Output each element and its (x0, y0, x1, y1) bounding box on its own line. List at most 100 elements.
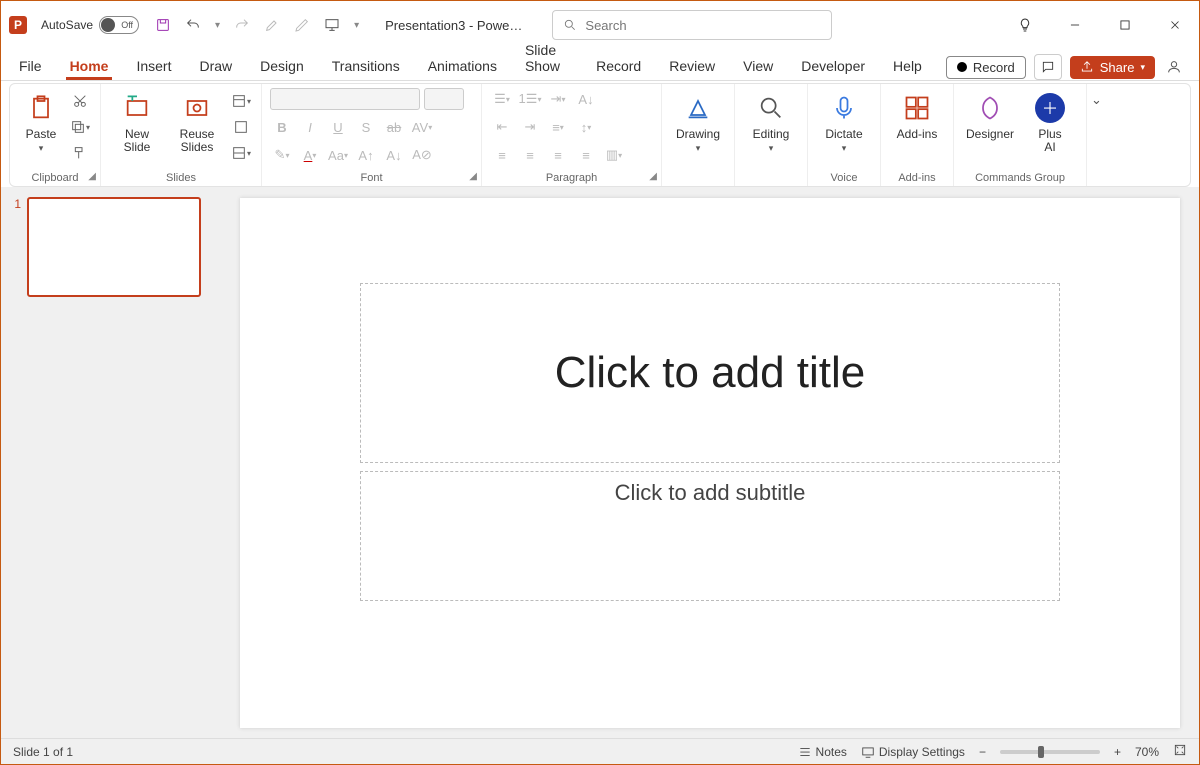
ink-icon[interactable] (262, 15, 282, 35)
designer-button[interactable]: Designer (962, 88, 1018, 141)
tab-view[interactable]: View (739, 54, 777, 80)
title-placeholder[interactable]: Click to add title (360, 283, 1060, 463)
editing-label: Editing (753, 128, 790, 141)
display-settings-button[interactable]: Display Settings (861, 745, 965, 759)
reuse-slides-button[interactable]: Reuse Slides (169, 88, 225, 154)
clipboard-dialog-launcher[interactable]: ◢ (88, 171, 96, 182)
highlight-button[interactable]: ✎▾ (270, 144, 294, 166)
plusai-button[interactable]: PlusAI (1022, 88, 1078, 154)
notes-button[interactable]: Notes (798, 745, 847, 759)
section-icon[interactable]: ▾ (229, 142, 253, 164)
present-icon[interactable] (322, 15, 342, 35)
addins-button[interactable]: Add-ins (889, 88, 945, 141)
ribbon-tabs: File Home Insert Draw Design Transitions… (1, 49, 1199, 81)
autosave-toggle[interactable]: Off (99, 16, 139, 34)
tab-slideshow[interactable]: Slide Show (521, 38, 572, 80)
tab-review[interactable]: Review (665, 54, 719, 80)
tab-insert[interactable]: Insert (132, 54, 175, 80)
change-case-button[interactable]: Aa▾ (326, 144, 350, 166)
format-painter-icon[interactable] (68, 142, 92, 164)
slide-thumbnail-1[interactable] (27, 197, 201, 297)
tab-transitions[interactable]: Transitions (328, 54, 404, 80)
shrink-font-button[interactable]: A↓ (382, 144, 406, 166)
slide-canvas[interactable]: Click to add title Click to add subtitle (240, 198, 1180, 728)
align-center-button[interactable]: ≡ (518, 144, 542, 166)
font-dialog-launcher[interactable]: ◢ (469, 171, 477, 182)
zoom-slider[interactable] (1000, 750, 1100, 754)
editing-button[interactable]: Editing ▾ (743, 88, 799, 154)
dictate-button[interactable]: Dictate ▾ (816, 88, 872, 154)
line-spacing-button[interactable]: ≡▾ (546, 116, 570, 138)
thumbnail-number: 1 (9, 197, 21, 297)
cut-icon[interactable] (68, 90, 92, 112)
underline-button[interactable]: U (326, 116, 350, 138)
increase-indent-button[interactable]: ⇥ (518, 116, 542, 138)
undo-icon[interactable] (183, 15, 203, 35)
qat-caret[interactable]: ▾ (215, 20, 220, 31)
decrease-indent-button[interactable]: ⇤ (490, 116, 514, 138)
clear-format-button[interactable]: A⊘ (410, 144, 434, 166)
italic-button[interactable]: I (298, 116, 322, 138)
align-right-button[interactable]: ≡ (546, 144, 570, 166)
addins-group-label: Add-ins (889, 170, 945, 184)
bold-button[interactable]: B (270, 116, 294, 138)
tab-record[interactable]: Record (592, 54, 645, 80)
subtitle-placeholder[interactable]: Click to add subtitle (360, 471, 1060, 601)
pen-icon[interactable] (292, 15, 312, 35)
tab-home[interactable]: Home (66, 54, 113, 80)
grow-font-button[interactable]: A↑ (354, 144, 378, 166)
tab-file[interactable]: File (15, 54, 46, 80)
record-label: Record (973, 60, 1015, 75)
toggle-knob (101, 18, 115, 32)
tab-developer[interactable]: Developer (797, 54, 869, 80)
font-size-combo[interactable] (424, 88, 464, 110)
comments-button[interactable] (1034, 54, 1062, 80)
search-box[interactable]: Search (552, 10, 832, 40)
drawing-button[interactable]: Drawing ▾ (670, 88, 726, 154)
status-bar: Slide 1 of 1 Notes Display Settings − + … (1, 738, 1199, 764)
drawing-label: Drawing (676, 128, 720, 141)
collapse-ribbon-button[interactable]: ⌄ (1087, 84, 1112, 108)
share-button[interactable]: Share▾ (1070, 56, 1155, 79)
char-spacing-button[interactable]: AV▾ (410, 116, 434, 138)
record-button[interactable]: Record (946, 56, 1026, 79)
tab-animations[interactable]: Animations (424, 54, 501, 80)
numbering-button[interactable]: 1☰▾ (518, 88, 542, 110)
justify-button[interactable]: ≡ (574, 144, 598, 166)
paragraph-dialog-launcher[interactable]: ◢ (649, 171, 657, 182)
zoom-slider-thumb[interactable] (1038, 746, 1044, 758)
qat-overflow[interactable]: ▾ (354, 20, 359, 31)
align-left-button[interactable]: ≡ (490, 144, 514, 166)
font-group-label: Font (270, 170, 473, 184)
titlebar-right (1009, 9, 1191, 41)
paste-button[interactable]: Paste ▾ (18, 88, 64, 154)
tab-help[interactable]: Help (889, 54, 926, 80)
maximize-button[interactable] (1109, 9, 1141, 41)
shadow-button[interactable]: S (354, 116, 378, 138)
bullets-button[interactable]: ☰▾ (490, 88, 514, 110)
close-button[interactable] (1159, 9, 1191, 41)
new-slide-button[interactable]: New Slide (109, 88, 165, 154)
font-color-button[interactable]: A▾ (298, 144, 322, 166)
minimize-button[interactable] (1059, 9, 1091, 41)
reset-icon[interactable] (229, 116, 253, 138)
lightbulb-icon[interactable] (1009, 9, 1041, 41)
slide-canvas-area: Click to add title Click to add subtitle (221, 187, 1199, 738)
list-level-button[interactable]: ⇥▾ (546, 88, 570, 110)
layout-icon[interactable]: ▾ (229, 90, 253, 112)
fit-to-window-button[interactable] (1173, 743, 1187, 760)
autosave[interactable]: AutoSave Off (41, 16, 139, 34)
sort-button[interactable]: A↓ (574, 88, 598, 110)
text-direction-button[interactable]: ↕▾ (574, 116, 598, 138)
zoom-in-button[interactable]: + (1114, 745, 1121, 759)
tab-design[interactable]: Design (256, 54, 308, 80)
save-icon[interactable] (153, 15, 173, 35)
account-icon[interactable] (1163, 56, 1185, 78)
strikethrough-button[interactable]: ab (382, 116, 406, 138)
columns-button[interactable]: ▥▾ (602, 144, 626, 166)
copy-icon[interactable]: ▾ (68, 116, 92, 138)
font-family-combo[interactable] (270, 88, 420, 110)
redo-icon[interactable] (232, 15, 252, 35)
tab-draw[interactable]: Draw (195, 54, 236, 80)
zoom-out-button[interactable]: − (979, 745, 986, 759)
